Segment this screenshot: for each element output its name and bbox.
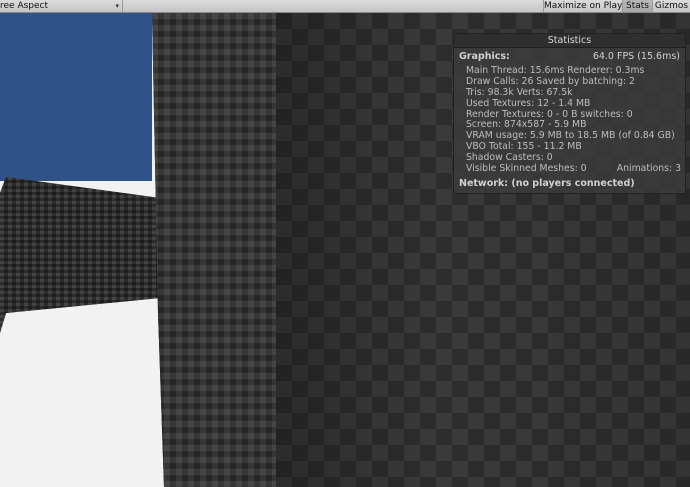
graphics-label: Graphics:: [459, 51, 510, 62]
game-view: ree Aspect ▾ Maximize on Play Stats Gizm…: [0, 0, 690, 487]
statistics-panel: Statistics Graphics: 64.0 FPS (15.6ms) M…: [453, 33, 686, 194]
skinned-meshes-row: Visible Skinned Meshes: 0 Animations: 3: [466, 163, 681, 175]
sky-background: [0, 13, 152, 181]
maximize-on-play-toggle[interactable]: Maximize on Play: [543, 0, 622, 12]
stats-toggle[interactable]: Stats: [622, 0, 652, 12]
aspect-dropdown-label: ree Aspect: [0, 1, 49, 11]
visible-skinned-meshes-stat: Visible Skinned Meshes: 0: [466, 163, 587, 175]
fps-readout: 64.0 FPS (15.6ms): [592, 51, 680, 62]
statistics-title: Statistics: [454, 34, 685, 48]
network-status: Network: (no players connected): [459, 178, 635, 189]
aspect-dropdown[interactable]: ree Aspect ▾: [0, 0, 123, 12]
gizmos-dropdown[interactable]: Gizmos: [652, 0, 690, 12]
scene-viewport[interactable]: Statistics Graphics: 64.0 FPS (15.6ms) M…: [0, 13, 690, 487]
chevron-down-icon: ▾: [115, 2, 119, 10]
animations-stat: Animations: 3: [616, 163, 681, 175]
game-view-toolbar: ree Aspect ▾ Maximize on Play Stats Gizm…: [0, 0, 690, 13]
graphics-stats-list: Main Thread: 15.6ms Renderer: 0.3ms Draw…: [466, 65, 681, 175]
used-textures-stat: Used Textures: 12 - 1.4 MB: [466, 97, 591, 109]
side-checkered-wall: [152, 13, 278, 487]
